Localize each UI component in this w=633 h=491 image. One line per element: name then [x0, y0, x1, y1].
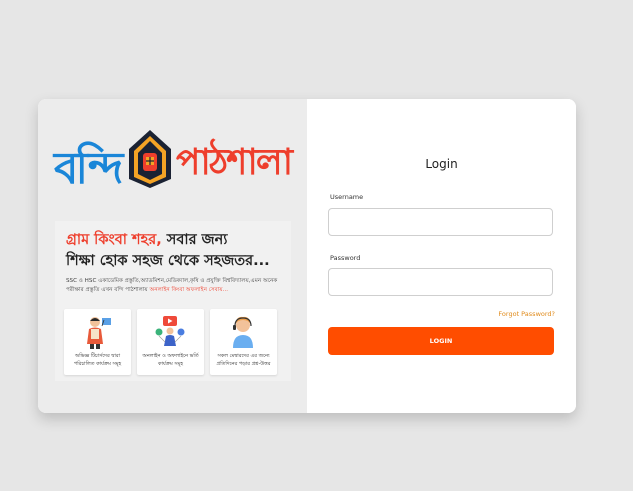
- feature-text: সকল মেম্বারদের এর জন্যে প্রতিদিনের পড়ার…: [216, 353, 271, 367]
- promo-headline: গ্রাম কিংবা শহর, সবার জন্য শিক্ষা হোক সহ…: [66, 229, 286, 271]
- feature-text: অভিজ্ঞ টিচার্সদের দ্বারা পরিচালিত কার্যক…: [73, 353, 122, 367]
- promo-description: SSC ও HSC একাডেমিক প্রস্তুতি,অ্যাডমিশন,ম…: [66, 277, 284, 295]
- forgot-password-link[interactable]: Forgot Password?: [498, 310, 555, 318]
- login-button[interactable]: LOGIN: [328, 327, 554, 355]
- brand-logo: বন্দি পাঠশালা: [54, 129, 294, 195]
- brand-panel: বন্দি পাঠশালা গ্রাম কিংবা শহর, সবার জন্য…: [38, 99, 307, 413]
- username-input[interactable]: [328, 208, 553, 236]
- headline-text-2: শিক্ষা হোক সহজ থেকে সহজতর...: [66, 253, 270, 269]
- password-label: Password: [330, 254, 361, 262]
- feature-text: অনলাইন ও অফলাইনে ভর্তি কার্যক্রম সমূহ: [142, 353, 199, 367]
- support-agent-icon: [233, 316, 253, 348]
- headline-text-1: সবার জন্য: [161, 232, 228, 248]
- teacher-icon: [87, 317, 111, 349]
- feature-card-teachers: অভিজ্ঞ টিচার্সদের দ্বারা পরিচালিত কার্যক…: [64, 309, 131, 375]
- feature-list: অভিজ্ঞ টিচার্সদের দ্বারা পরিচালিত কার্যক…: [64, 309, 284, 375]
- online-learning-icon: [155, 316, 185, 346]
- login-card: বন্দি পাঠশালা গ্রাম কিংবা শহর, সবার জন্য…: [38, 99, 576, 413]
- username-label: Username: [330, 193, 364, 201]
- headline-highlight: গ্রাম কিংবা শহর,: [66, 232, 162, 248]
- password-input[interactable]: [328, 268, 553, 296]
- promo-box: গ্রাম কিংবা শহর, সবার জন্য শিক্ষা হোক সহ…: [55, 221, 291, 381]
- feature-card-support: সকল মেম্বারদের এর জন্যে প্রতিদিনের পড়ার…: [210, 309, 277, 375]
- description-link[interactable]: অনলাইন কিংবা অফলাইন সেবায়...: [150, 287, 229, 293]
- login-form-panel: Login Username Password Forgot Password?…: [307, 99, 576, 413]
- form-title: Login: [425, 157, 458, 171]
- feature-card-admission: অনলাইন ও অফলাইনে ভর্তি কার্যক্রম সমূহ: [137, 309, 204, 375]
- house-logo-icon: [129, 130, 171, 188]
- logo-word-pathshala: পাঠশালা: [176, 142, 293, 183]
- logo-word-bondi: বন্দি: [54, 143, 123, 194]
